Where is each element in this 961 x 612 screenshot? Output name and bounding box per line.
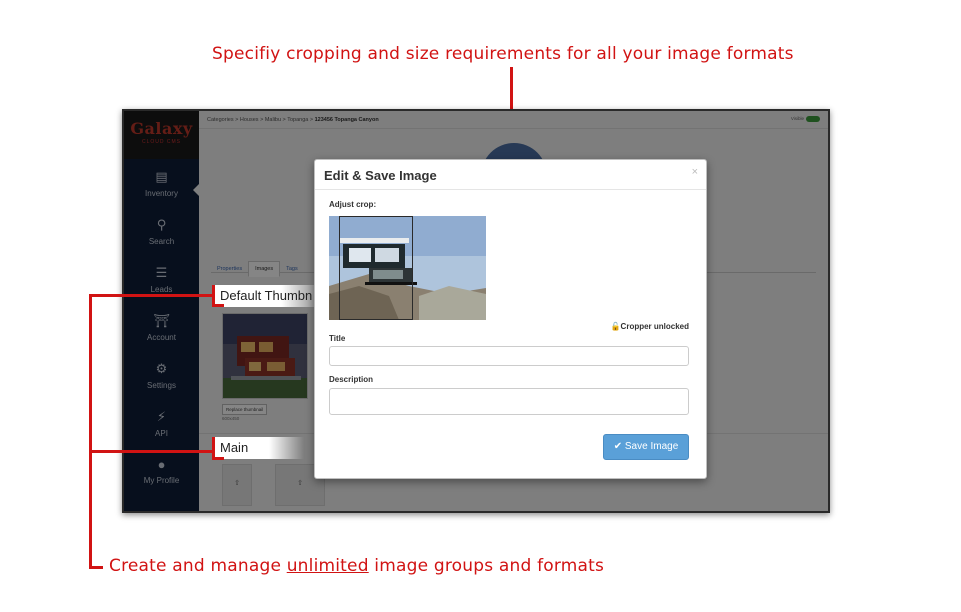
save-image-label: Save Image xyxy=(624,441,679,452)
crop-selection-box[interactable] xyxy=(339,216,413,320)
save-image-button[interactable]: ✔ Save Image xyxy=(603,434,689,460)
cropper-lock-status[interactable]: 🔓Cropper unlocked xyxy=(611,322,689,331)
unlock-icon: 🔓 xyxy=(610,322,621,331)
annotation-connector xyxy=(89,294,212,297)
close-icon[interactable]: × xyxy=(692,166,698,178)
annotation-bottom-text: Create and manage unlimited image groups… xyxy=(109,556,604,576)
edit-image-modal: Edit & Save Image × Adjust crop: 🔓Croppe… xyxy=(314,159,707,479)
annotation-bottom-part: image groups and formats xyxy=(368,556,605,576)
default-thumbnail-label: Default Thumbn xyxy=(212,285,324,307)
annotation-bottom-emphasis: unlimited xyxy=(286,556,369,576)
title-input[interactable] xyxy=(329,346,689,366)
annotation-connector xyxy=(89,566,103,569)
annotation-connector xyxy=(89,450,212,453)
adjust-crop-label: Adjust crop: xyxy=(329,200,377,209)
modal-title: Edit & Save Image xyxy=(324,168,437,183)
annotation-top-text: Specifiy cropping and size requirements … xyxy=(212,44,794,64)
page: Specifiy cropping and size requirements … xyxy=(0,0,961,612)
annotation-bottom-part: Create and manage xyxy=(109,556,287,576)
description-input[interactable] xyxy=(329,388,689,415)
main-group-label: Main xyxy=(212,437,304,459)
annotation-connector xyxy=(89,294,92,568)
cropper-lock-label: Cropper unlocked xyxy=(620,322,689,331)
description-label: Description xyxy=(329,375,374,384)
title-label: Title xyxy=(329,334,346,343)
annotation-connector xyxy=(212,437,215,459)
annotation-connector xyxy=(212,304,224,307)
crop-canvas[interactable] xyxy=(329,216,486,320)
modal-header: Edit & Save Image xyxy=(315,160,706,190)
annotation-connector xyxy=(212,457,224,460)
check-icon: ✔ xyxy=(613,441,623,452)
